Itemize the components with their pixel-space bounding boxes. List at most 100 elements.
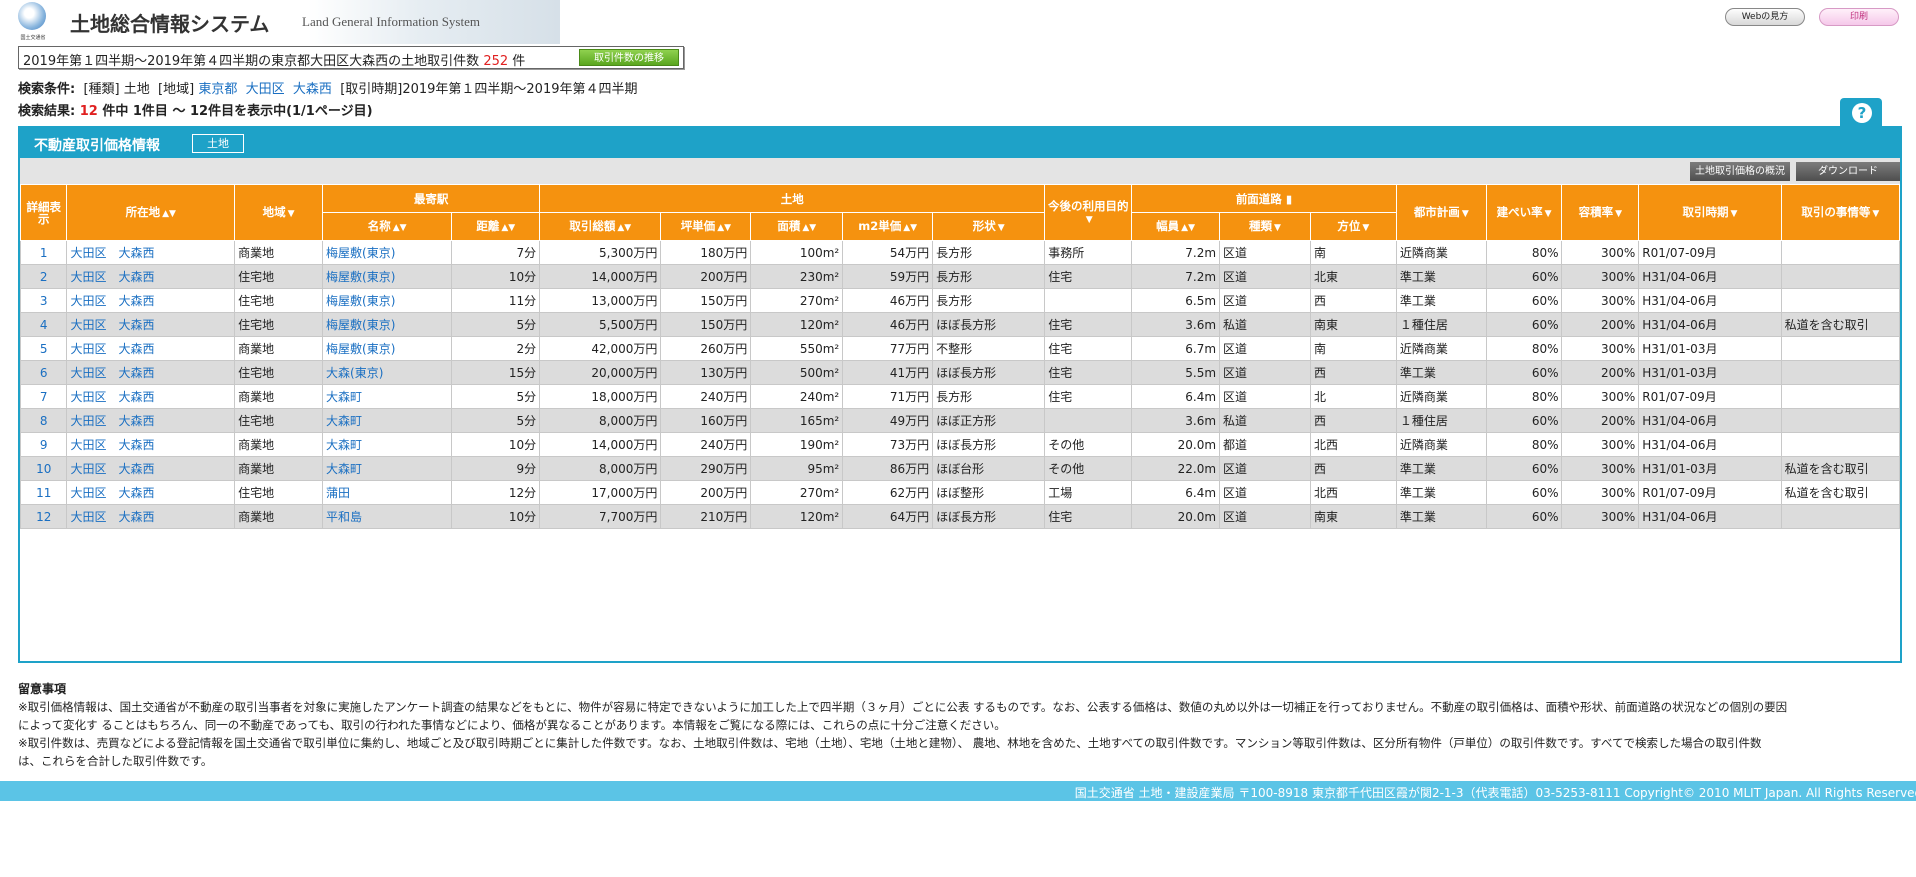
detail-link[interactable]: 1 xyxy=(19,240,68,265)
price-overview-button[interactable]: 土地取引価格の概況 xyxy=(1690,162,1790,181)
location-district-link[interactable]: 大森西 xyxy=(118,438,154,452)
location-city-link[interactable]: 大田区 xyxy=(70,366,106,380)
location-link[interactable]: 大田区 大森西 xyxy=(66,288,236,313)
station-name-link[interactable]: 梅屋敷(東京) xyxy=(326,294,395,308)
col-tsubo-price[interactable]: 坪単価 ▲▼ xyxy=(660,212,752,241)
detail-link[interactable]: 6 xyxy=(19,360,68,385)
help-icon[interactable]: ? xyxy=(1852,103,1872,123)
station-name-link[interactable]: 蒲田 xyxy=(326,486,350,500)
location-link[interactable]: 大田区 大森西 xyxy=(66,264,236,289)
station-link[interactable]: 蒲田 xyxy=(322,480,453,505)
station-name-link[interactable]: 大森町 xyxy=(326,414,362,428)
location-district-link[interactable]: 大森西 xyxy=(118,462,154,476)
location-link[interactable]: 大田区 大森西 xyxy=(66,480,236,505)
station-name-link[interactable]: 大森町 xyxy=(326,462,362,476)
location-link[interactable]: 大田区 大森西 xyxy=(66,312,236,337)
location-city-link[interactable]: 大田区 xyxy=(70,390,106,404)
station-name-link[interactable]: 大森町 xyxy=(326,390,362,404)
web-guide-button[interactable]: Webの見方 xyxy=(1725,8,1805,26)
station-link[interactable]: 大森町 xyxy=(322,384,453,409)
station-link[interactable]: 梅屋敷(東京) xyxy=(322,288,453,313)
detail-link[interactable]: 10 xyxy=(19,456,68,481)
col-circumstances[interactable]: 取引の事情等 ▼ xyxy=(1780,184,1901,241)
location-district-link[interactable]: 大森西 xyxy=(118,246,154,260)
location-city-link[interactable]: 大田区 xyxy=(70,318,106,332)
city-link[interactable]: 大田区 xyxy=(246,82,285,97)
col-road-dir[interactable]: 方位 ▼ xyxy=(1309,212,1397,241)
col-station-name[interactable]: 名称 ▲▼ xyxy=(322,212,453,241)
station-name-link[interactable]: 大森町 xyxy=(326,438,362,452)
print-button[interactable]: 印刷 xyxy=(1819,8,1899,26)
location-city-link[interactable]: 大田区 xyxy=(70,342,106,356)
station-link[interactable]: 大森町 xyxy=(322,408,453,433)
help-tab[interactable]: ? xyxy=(1840,98,1882,128)
location-link[interactable]: 大田区 大森西 xyxy=(66,384,236,409)
station-name-link[interactable]: 梅屋敷(東京) xyxy=(326,270,395,284)
station-link[interactable]: 大森(東京) xyxy=(322,360,453,385)
district-link[interactable]: 大森西 xyxy=(293,82,332,97)
station-link[interactable]: 大森町 xyxy=(322,456,453,481)
location-city-link[interactable]: 大田区 xyxy=(70,510,106,524)
location-link[interactable]: 大田区 大森西 xyxy=(66,432,236,457)
col-far[interactable]: 容積率 ▼ xyxy=(1561,184,1640,241)
station-link[interactable]: 梅屋敷(東京) xyxy=(322,264,453,289)
col-area[interactable]: 面積 ▲▼ xyxy=(750,212,844,241)
pref-link[interactable]: 東京都 xyxy=(198,82,237,97)
detail-link[interactable]: 7 xyxy=(19,384,68,409)
location-district-link[interactable]: 大森西 xyxy=(118,366,154,380)
station-link[interactable]: 平和島 xyxy=(322,504,453,529)
col-m2-price[interactable]: m2単価 ▲▼ xyxy=(842,212,934,241)
detail-link[interactable]: 8 xyxy=(19,408,68,433)
col-period[interactable]: 取引時期 ▼ xyxy=(1638,184,1782,241)
col-location[interactable]: 所在地 ▲▼ xyxy=(66,184,236,241)
location-city-link[interactable]: 大田区 xyxy=(70,462,106,476)
detail-link[interactable]: 4 xyxy=(19,312,68,337)
detail-link[interactable]: 5 xyxy=(19,336,68,361)
col-road-width[interactable]: 幅員 ▲▼ xyxy=(1131,212,1221,241)
col-future-use[interactable]: 今後の利用目的▼ xyxy=(1044,184,1133,241)
location-link[interactable]: 大田区 大森西 xyxy=(66,408,236,433)
location-link[interactable]: 大田区 大森西 xyxy=(66,504,236,529)
mlit-logo[interactable]: 国土交通省 xyxy=(16,0,50,44)
count-trend-button[interactable]: 取引件数の推移 xyxy=(579,49,679,66)
station-name-link[interactable]: 平和島 xyxy=(326,510,362,524)
detail-link[interactable]: 3 xyxy=(19,288,68,313)
location-city-link[interactable]: 大田区 xyxy=(70,486,106,500)
station-name-link[interactable]: 梅屋敷(東京) xyxy=(326,318,395,332)
location-district-link[interactable]: 大森西 xyxy=(118,318,154,332)
detail-link[interactable]: 9 xyxy=(19,432,68,457)
col-total-price[interactable]: 取引総額 ▲▼ xyxy=(539,212,662,241)
location-district-link[interactable]: 大森西 xyxy=(118,486,154,500)
location-district-link[interactable]: 大森西 xyxy=(118,390,154,404)
station-name-link[interactable]: 梅屋敷(東京) xyxy=(326,246,395,260)
location-district-link[interactable]: 大森西 xyxy=(118,270,154,284)
station-name-link[interactable]: 梅屋敷(東京) xyxy=(326,342,395,356)
location-district-link[interactable]: 大森西 xyxy=(118,342,154,356)
location-link[interactable]: 大田区 大森西 xyxy=(66,360,236,385)
location-district-link[interactable]: 大森西 xyxy=(118,414,154,428)
col-area-type[interactable]: 地域 ▼ xyxy=(234,184,324,241)
station-link[interactable]: 梅屋敷(東京) xyxy=(322,240,453,265)
col-city-plan[interactable]: 都市計画 ▼ xyxy=(1395,184,1487,241)
location-city-link[interactable]: 大田区 xyxy=(70,294,106,308)
col-station-dist[interactable]: 距離 ▲▼ xyxy=(451,212,541,241)
location-city-link[interactable]: 大田区 xyxy=(70,246,106,260)
location-district-link[interactable]: 大森西 xyxy=(118,294,154,308)
location-link[interactable]: 大田区 大森西 xyxy=(66,456,236,481)
station-name-link[interactable]: 大森(東京) xyxy=(326,366,383,380)
location-city-link[interactable]: 大田区 xyxy=(70,270,106,284)
download-button[interactable]: ダウンロード xyxy=(1796,162,1900,181)
detail-link[interactable]: 11 xyxy=(19,480,68,505)
station-link[interactable]: 梅屋敷(東京) xyxy=(322,336,453,361)
location-city-link[interactable]: 大田区 xyxy=(70,414,106,428)
col-coverage[interactable]: 建ぺい率 ▼ xyxy=(1485,184,1563,241)
station-link[interactable]: 梅屋敷(東京) xyxy=(322,312,453,337)
location-district-link[interactable]: 大森西 xyxy=(118,510,154,524)
col-shape[interactable]: 形状 ▼ xyxy=(932,212,1046,241)
detail-link[interactable]: 12 xyxy=(19,504,68,529)
station-link[interactable]: 大森町 xyxy=(322,432,453,457)
col-road-type[interactable]: 種類 ▼ xyxy=(1219,212,1311,241)
location-city-link[interactable]: 大田区 xyxy=(70,438,106,452)
detail-link[interactable]: 2 xyxy=(19,264,68,289)
location-link[interactable]: 大田区 大森西 xyxy=(66,336,236,361)
